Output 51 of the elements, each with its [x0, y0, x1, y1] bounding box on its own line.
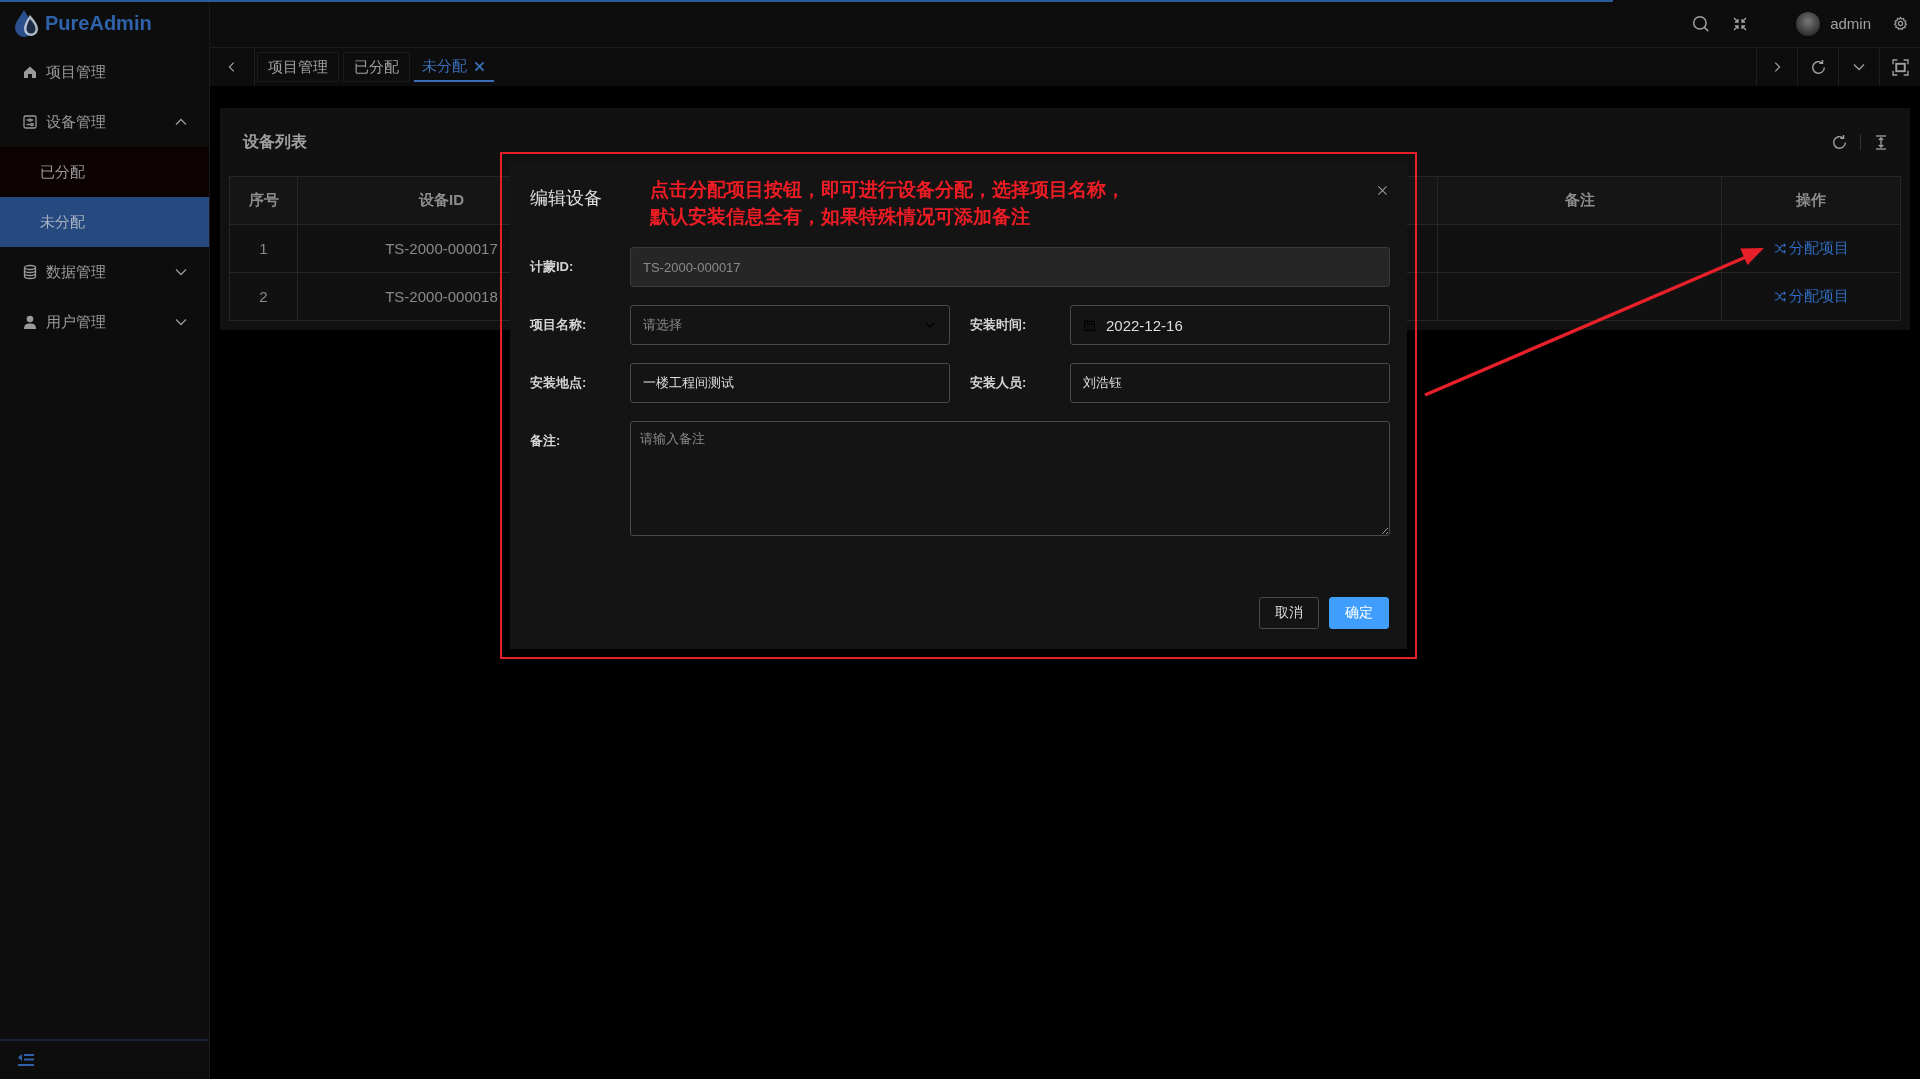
logo-text: PureAdmin: [45, 12, 152, 35]
field-label: 安装人员:: [970, 374, 1028, 392]
close-icon: [1376, 184, 1389, 197]
field-label: 安装时间:: [970, 316, 1028, 334]
sidebar-submenu-item[interactable]: 已分配: [0, 147, 209, 197]
page-tab[interactable]: 未分配: [414, 52, 494, 82]
field-label: 计蒙ID:: [530, 258, 575, 276]
table-cell: 1: [230, 225, 298, 273]
card-title: 设备列表: [243, 131, 308, 152]
sidebar-submenu-item[interactable]: 未分配: [0, 197, 209, 247]
fullscreen-frame-icon: [1891, 58, 1909, 76]
home-icon: [22, 64, 38, 80]
close-icon: [473, 59, 486, 73]
column-header: 序号: [230, 177, 298, 225]
assign-project-link[interactable]: 分配项目: [1773, 287, 1849, 306]
table-cell: 2: [230, 273, 298, 321]
exit-fullscreen-icon: [1732, 15, 1749, 32]
column-header: 备注: [1438, 177, 1722, 225]
select-field[interactable]: 请选择: [630, 305, 950, 345]
water-drop-logo-icon: [13, 8, 41, 39]
cancel-button[interactable]: 取消: [1259, 597, 1319, 629]
close-button[interactable]: [1376, 184, 1389, 197]
date-field[interactable]: 2022-12-16: [1070, 305, 1390, 345]
collapse-menu-icon[interactable]: [18, 1053, 34, 1067]
text-field[interactable]: 一楼工程间测试: [630, 363, 950, 403]
database-icon: [22, 264, 38, 280]
row-density-icon: [1873, 133, 1889, 151]
page-tab[interactable]: 项目管理: [257, 52, 339, 82]
shuffle-icon: [1773, 290, 1787, 303]
sidebar-menu-item[interactable]: 数据管理: [0, 247, 209, 297]
sidebar-menu-item[interactable]: 项目管理: [0, 47, 209, 97]
control-panel-icon: [22, 114, 38, 130]
shuffle-icon: [1773, 242, 1787, 255]
page-tab[interactable]: 已分配: [343, 52, 410, 82]
field-label: 安装地点:: [530, 374, 588, 392]
refresh-icon: [1809, 58, 1827, 76]
field-label: 备注:: [530, 432, 562, 450]
refresh-icon: [1831, 133, 1848, 151]
text-field[interactable]: 刘浩钰: [1070, 363, 1390, 403]
user-icon: [22, 314, 38, 330]
settings-icon: [1893, 16, 1908, 31]
username[interactable]: admin: [1830, 15, 1871, 32]
assign-project-link[interactable]: 分配项目: [1773, 239, 1849, 258]
column-header: 操作: [1722, 177, 1901, 225]
annotation-text: 点击分配项目按钮，即可进行设备分配，选择项目名称，: [650, 178, 1125, 202]
annotation-text: 默认安装信息全有，如果特殊情况可添加备注: [650, 205, 1031, 229]
sidebar-menu-item[interactable]: 用户管理: [0, 297, 209, 347]
avatar[interactable]: [1796, 11, 1821, 36]
remarks-field[interactable]: 请输入备注: [630, 421, 1390, 536]
sidebar-menu-item[interactable]: 设备管理: [0, 97, 209, 147]
search-icon: [1692, 14, 1711, 33]
